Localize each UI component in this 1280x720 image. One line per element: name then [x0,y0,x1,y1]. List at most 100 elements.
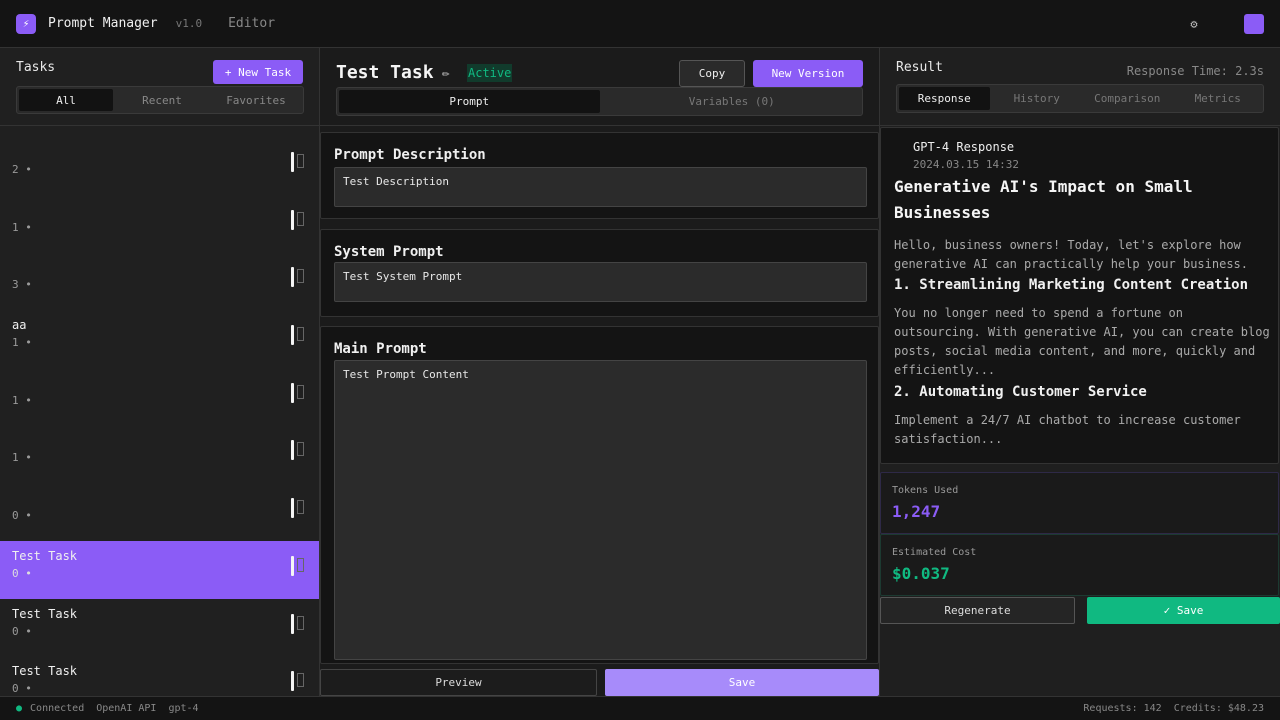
model-label: gpt-4 [168,703,199,714]
task-name-title: Test Task [336,62,434,83]
system-prompt-field[interactable]: Test System Prompt [334,262,867,302]
tasks-title: Tasks [16,60,56,75]
estimated-cost-label: Estimated Cost [892,547,977,558]
help-icon[interactable] [1214,14,1234,34]
task-menu-icon[interactable] [297,269,304,284]
editor-tabs: Prompt Variables (0) [336,87,863,116]
task-item[interactable]: 2 • [0,137,319,195]
connection-status-icon: ● [16,703,23,714]
filter-tab-all[interactable]: All [19,89,113,111]
copy-button[interactable]: Copy [679,60,745,87]
task-menu-icon[interactable] [297,211,304,226]
task-item[interactable]: 1 • [0,368,319,426]
new-version-button[interactable]: New Version [753,60,863,87]
task-meta: 2 • [12,163,32,176]
task-drag-handle[interactable] [291,325,294,346]
main-prompt-section: Main Prompt Test Prompt Content [320,326,879,664]
task-meta: 0 • [12,566,32,580]
editor-mode-label[interactable]: Editor [228,16,275,31]
task-item[interactable]: 1 • [0,425,319,483]
save-result-button[interactable]: ✓ Save [1087,597,1280,624]
editor-footer: Preview Save [320,669,879,696]
regenerate-button[interactable]: Regenerate [880,597,1075,624]
system-prompt-title: System Prompt [334,244,444,260]
task-drag-handle[interactable] [291,440,294,461]
estimated-cost-value: $0.037 [892,564,950,583]
filter-tab-recent[interactable]: Recent [115,87,209,113]
response-heading: Generative AI's Impact on Small Business… [894,177,1193,222]
editor-panel: Test Task ✏ Active Copy New Version Prom… [320,48,880,696]
prompt-description-field[interactable]: Test Description [334,167,867,207]
task-menu-icon[interactable] [297,615,304,630]
response-section-1-body: You no longer need to spend a fortune on… [894,306,1270,377]
task-item[interactable]: aa 1 • [0,310,319,368]
task-drag-handle[interactable] [291,555,294,576]
tab-response[interactable]: Response [899,87,990,110]
tab-comparison[interactable]: Comparison [1082,85,1173,112]
task-meta: 0 • [12,624,32,638]
task-drag-handle[interactable] [291,498,294,519]
edit-icon[interactable]: ✏ [442,66,450,81]
task-list: 2 • 1 • 3 • aa 1 • 1 • 1 • 0 • Test Task… [0,137,319,696]
task-menu-icon[interactable] [297,673,304,688]
task-title: Test Task [12,548,78,563]
new-task-button[interactable]: + New Task [213,60,303,84]
status-badge: Active [467,64,513,82]
task-meta: 1 • [12,220,32,234]
system-prompt-section: System Prompt Test System Prompt [320,229,879,317]
prompt-description-title: Prompt Description [334,147,486,163]
notification-icon[interactable] [1154,14,1174,34]
tokens-used-value: 1,247 [892,502,941,521]
task-meta: 3 • [12,278,32,292]
tasks-header: Tasks + New Task All Recent Favorites [0,48,319,126]
task-filter-tabs: All Recent Favorites [16,86,304,114]
result-title: Result [896,60,943,75]
task-item[interactable]: 1 • [0,195,319,253]
model-name: GPT-4 Response [913,140,1015,154]
task-title: Test Task [12,664,78,679]
preview-button[interactable]: Preview [320,669,597,696]
settings-icon[interactable]: ⚙ [1184,14,1204,34]
response-section-2-body: Implement a 24/7 AI chatbot to increase … [894,413,1241,446]
app-title: Prompt Manager [48,16,158,31]
tab-variables[interactable]: Variables (0) [602,88,863,115]
prompt-description-section: Prompt Description Test Description [320,132,879,219]
task-drag-handle[interactable] [291,671,294,692]
result-tabs: Response History Comparison Metrics [896,84,1264,113]
task-title: aa [12,318,27,333]
task-drag-handle[interactable] [291,209,294,230]
task-meta: 0 • [12,509,32,523]
task-drag-handle[interactable] [291,267,294,288]
tab-history[interactable]: History [992,85,1083,112]
task-menu-icon[interactable] [297,327,304,342]
response-section-1-title: 1. Streamlining Marketing Content Creati… [894,277,1249,293]
task-drag-handle[interactable] [291,152,294,172]
task-item[interactable]: Test Task 0 • [0,599,319,657]
task-drag-handle[interactable] [291,613,294,634]
save-prompt-button[interactable]: Save [605,669,879,696]
task-menu-icon[interactable] [297,154,304,168]
main-prompt-field[interactable]: Test Prompt Content [334,360,867,660]
task-menu-icon[interactable] [297,500,304,515]
task-drag-handle[interactable] [291,382,294,403]
response-card: GPT-4 Response 2024.03.15 14:32 Generati… [880,127,1279,464]
app-header: ⚡ Prompt Manager v1.0 Editor ⚙ [0,0,1280,48]
tab-metrics[interactable]: Metrics [1173,85,1264,112]
task-item[interactable]: 3 • [0,252,319,310]
task-item[interactable]: 0 • [0,483,319,541]
task-title: Test Task [12,606,78,621]
task-item[interactable]: Test Task 0 • [0,656,319,696]
task-item-selected[interactable]: Test Task 0 • [0,540,319,599]
result-header: Result Response Time: 2.3s Response Hist… [880,48,1280,126]
task-meta: 1 • [12,336,32,350]
filter-tab-favorites[interactable]: Favorites [209,87,303,113]
task-menu-icon[interactable] [297,557,304,572]
user-icon[interactable] [1244,14,1264,34]
requests-count: Requests: 142 [1083,703,1162,714]
task-menu-icon[interactable] [297,384,304,399]
response-section-2-title: 2. Automating Customer Service [894,384,1147,400]
tab-prompt[interactable]: Prompt [339,90,600,113]
task-meta: 1 • [12,393,32,407]
app-version: v1.0 [175,17,203,30]
task-menu-icon[interactable] [297,442,304,457]
